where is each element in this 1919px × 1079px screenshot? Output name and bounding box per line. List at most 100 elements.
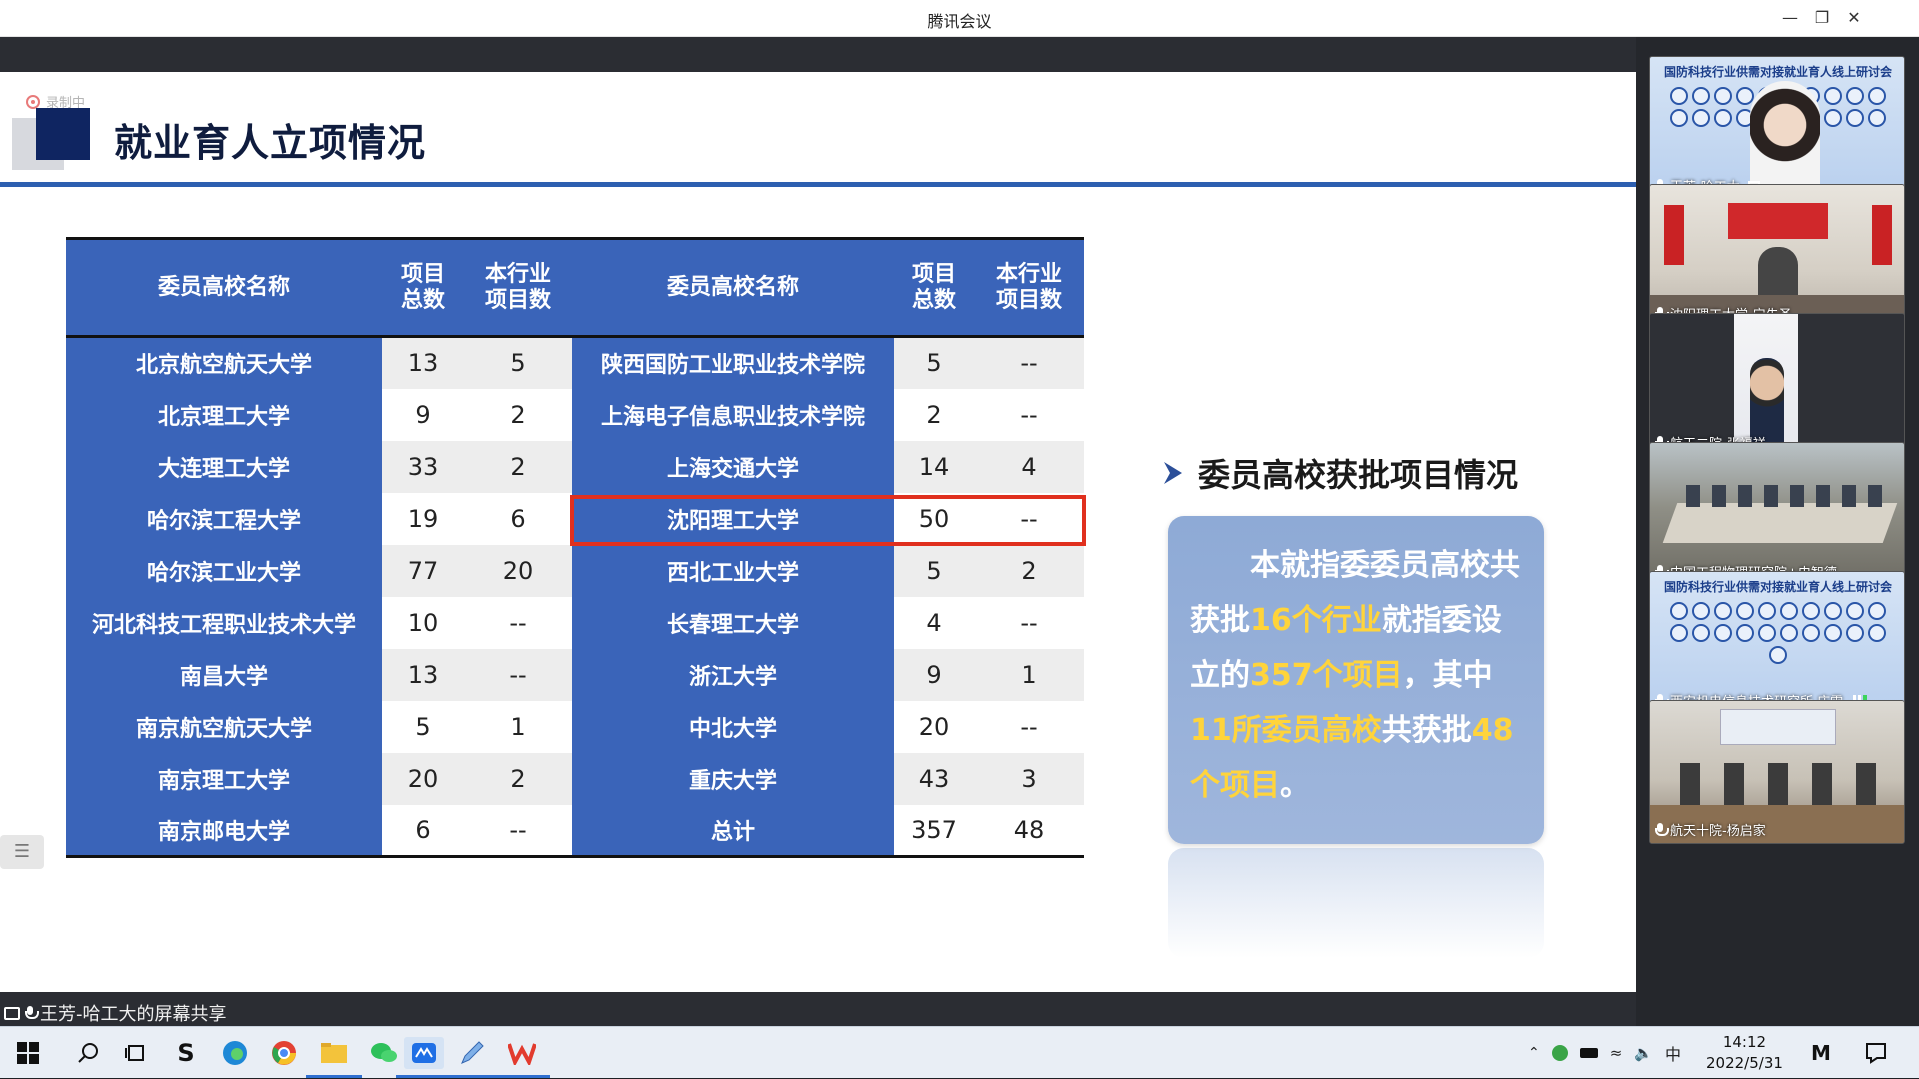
wifi-icon[interactable]: ≈ (1610, 1044, 1623, 1062)
school-name-cell: 上海交通大学 (572, 440, 894, 493)
battery-icon[interactable] (1579, 1048, 1598, 1058)
search-icon[interactable] (72, 1037, 104, 1069)
bullet-heading-text: 委员高校获批项目情况 (1198, 456, 1519, 494)
industry-projects-cell: -- (974, 336, 1084, 389)
participant-tile[interactable]: 航天二院-张福祥 (1649, 313, 1905, 457)
school-name-cell: 哈尔滨工业大学 (66, 544, 382, 597)
start-menu-icon[interactable] (12, 1037, 44, 1069)
header-total-1: 项目 总数 (382, 238, 464, 337)
tencent-meeting-icon[interactable] (404, 1037, 444, 1069)
speaker-avatar (1750, 81, 1820, 191)
window-title: 腾讯会议 (927, 12, 992, 31)
summary-highlight-3: 11所委员高校 (1190, 713, 1382, 748)
school-name-cell: 哈尔滨工程大学 (66, 492, 382, 545)
total-projects-cell: 5 (894, 336, 974, 389)
participant-tile[interactable]: 国防科技行业供需对接就业育人线上研讨会 王芳-哈工大 (1649, 56, 1905, 200)
total-projects-cell: 20 (382, 752, 464, 805)
industry-projects-cell: -- (464, 804, 572, 857)
total-projects-cell: 43 (894, 752, 974, 805)
school-name-cell: 大连理工大学 (66, 440, 382, 493)
table-row: 哈尔滨工业大学 77 20 西北工业大学 5 2 (66, 544, 1084, 597)
school-name-cell: 重庆大学 (572, 752, 894, 805)
summary-highlight-2: 357个项目 (1250, 658, 1403, 693)
total-projects-cell: 10 (382, 596, 464, 649)
share-indicator: 王芳-哈工大的屏幕共享 (4, 1000, 227, 1026)
file-explorer-icon[interactable] (318, 1037, 350, 1069)
school-name-cell: 河北科技工程职业技术大学 (66, 596, 382, 649)
total-projects-cell: 20 (894, 700, 974, 753)
total-projects-cell: 5 (894, 544, 974, 597)
title-bar: 腾讯会议 — ❐ ✕ (0, 0, 1919, 37)
summary-card: 本就指委委员高校共获批16个行业就指委设立的357个项目，其中11所委员高校共获… (1168, 516, 1544, 844)
header-industry-1: 本行业 项目数 (464, 238, 572, 337)
table-row: 大连理工大学 33 2 上海交通大学 14 4 (66, 440, 1084, 493)
total-projects-cell: 33 (382, 440, 464, 493)
header-industry-2-text: 本行业 项目数 (995, 261, 1062, 313)
industry-projects-cell: 4 (974, 440, 1084, 493)
total-projects-cell: 2 (894, 388, 974, 441)
chevron-up-icon[interactable]: ⌃ (1528, 1045, 1540, 1061)
ime-indicator[interactable]: 中 (1665, 1041, 1681, 1065)
industry-projects-cell: 5 (464, 336, 572, 389)
clock-date: 2022/5/31 (1706, 1054, 1783, 1072)
school-name-cell: 南京航空航天大学 (66, 700, 382, 753)
share-label: 王芳-哈工大的屏幕共享 (40, 1004, 227, 1025)
industry-projects-cell: 1 (464, 700, 572, 753)
clock-time: 14:12 (1722, 1033, 1767, 1051)
header-total-2-text: 项目 总数 (911, 261, 956, 313)
industry-projects-cell: -- (974, 388, 1084, 441)
school-name-cell: 总计 (572, 804, 894, 857)
project-table: 委员高校名称 项目 总数 本行业 项目数 委员高校名称 项目 总数 本行业 项目… (66, 237, 1084, 858)
industry-projects-cell: 6 (464, 492, 572, 545)
school-name-cell: 北京理工大学 (66, 388, 382, 441)
wps-office-icon[interactable] (506, 1037, 538, 1069)
volume-icon[interactable]: 🔈 (1634, 1044, 1653, 1062)
industry-projects-cell: 20 (464, 544, 572, 597)
wechat-icon[interactable] (368, 1037, 400, 1069)
share-top-bar (0, 37, 1636, 72)
header-total-1-text: 项目 总数 (400, 261, 445, 313)
windows-taskbar: S ⌃ ≈ 🔈 中 14:12 2022/5/31 M (0, 1026, 1919, 1078)
restore-button[interactable]: ❐ (1806, 5, 1838, 31)
school-name-cell: 南昌大学 (66, 648, 382, 701)
industry-projects-cell: 48 (974, 804, 1084, 857)
security-icon[interactable] (1551, 1045, 1568, 1061)
participant-tile[interactable]: 中国工程物理研究院+史智德 (1649, 442, 1905, 586)
total-projects-cell: 4 (894, 596, 974, 649)
highlight-box (570, 495, 1086, 546)
edge-browser-icon[interactable] (219, 1037, 251, 1069)
school-name-cell: 西北工业大学 (572, 544, 894, 597)
microphone-muted-icon (1654, 822, 1669, 837)
participant-tile[interactable]: 航天十院-杨启家 (1649, 700, 1905, 844)
total-projects-cell: 19 (382, 492, 464, 545)
app-icon[interactable]: S (170, 1037, 202, 1069)
notification-icon[interactable] (1860, 1037, 1892, 1069)
participant-label: 航天十院-杨启家 (1654, 820, 1766, 839)
close-button[interactable]: ✕ (1838, 5, 1870, 31)
summary-text-3: ，其中 (1402, 658, 1493, 693)
header-decoration-navy (36, 108, 90, 160)
task-view-icon[interactable] (120, 1037, 152, 1069)
banner-title: 国防科技行业供需对接就业育人线上研讨会 (1663, 580, 1892, 594)
school-name-cell: 南京理工大学 (66, 752, 382, 805)
bullet-heading: 委员高校获批项目情况 (1162, 450, 1518, 496)
flag (1872, 205, 1892, 265)
pen-tool-icon[interactable] (456, 1037, 488, 1069)
industry-projects-cell: -- (974, 700, 1084, 753)
tencent-meeting-window: 腾讯会议 — ❐ ✕ 录制中 就业育人立项情况 委员高校名称 项目 总数 本行业… (0, 0, 1919, 1078)
app-m-icon[interactable]: M (1805, 1037, 1837, 1069)
participant-tile[interactable]: 国防科技行业供需对接就业育人线上研讨会 西安机电信息技术研究所 庄雷 (1649, 571, 1905, 715)
table-row: 南昌大学 13 -- 浙江大学 9 1 (66, 648, 1084, 701)
system-clock[interactable]: 14:12 2022/5/31 (1706, 1032, 1783, 1074)
participant-tile[interactable]: 沈阳理工大学-宁先圣 (1649, 184, 1905, 328)
slide-title: 就业育人立项情况 (114, 121, 427, 165)
summary-text-4: 共获批 (1381, 713, 1472, 748)
minimize-button[interactable]: — (1774, 5, 1806, 31)
arrow-bullet-icon (1164, 462, 1182, 484)
shared-slide: 录制中 就业育人立项情况 委员高校名称 项目 总数 本行业 项目数 委员高校名称… (0, 72, 1636, 992)
total-projects-cell: 6 (382, 804, 464, 857)
header-industry-2: 本行业 项目数 (974, 238, 1084, 337)
slide-menu-button[interactable]: ☰ (0, 835, 44, 869)
chrome-browser-icon[interactable] (268, 1037, 300, 1069)
banner-title: 国防科技行业供需对接就业育人线上研讨会 (1663, 65, 1892, 79)
